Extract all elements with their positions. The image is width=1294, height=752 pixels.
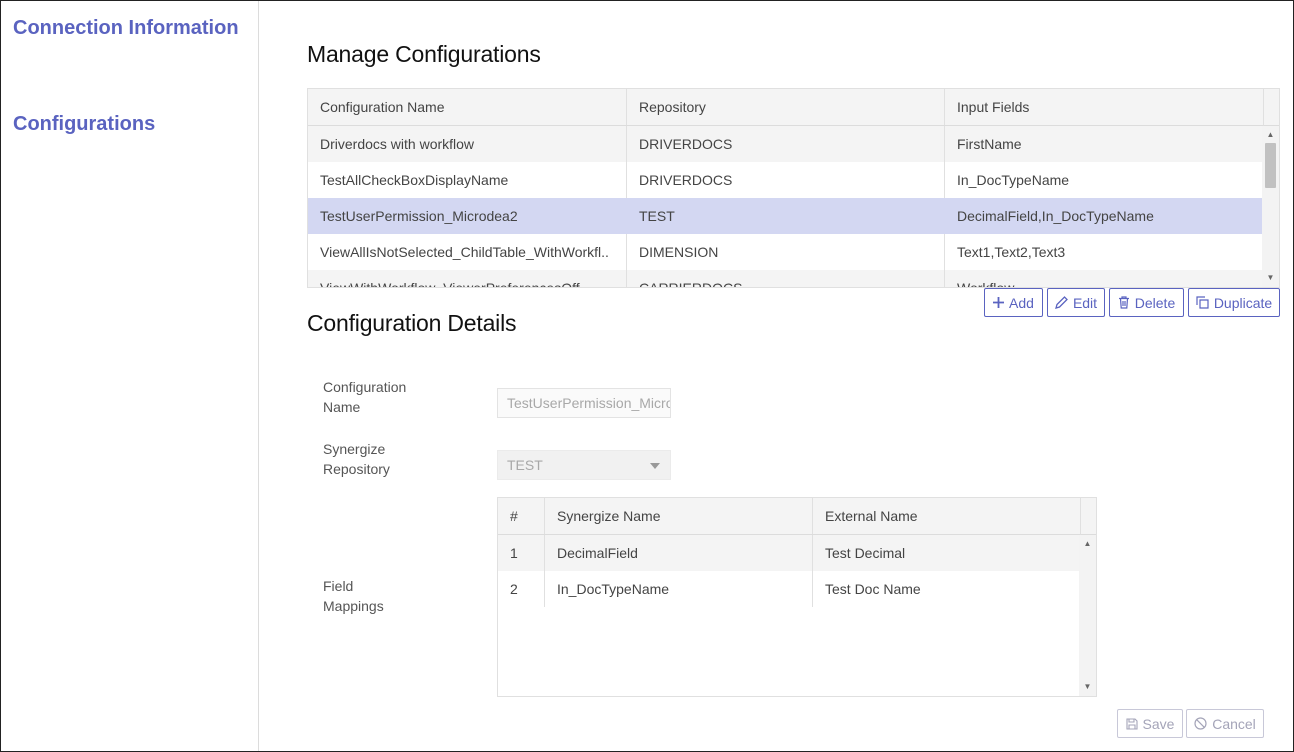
cell-configuration-name: ViewWithWorkflow_ViewerPreferencesOff	[320, 280, 580, 288]
cell-repository: DRIVERDOCS	[626, 126, 944, 162]
table-scrollbar[interactable]: ▲ ▼	[1262, 126, 1279, 287]
column-header-number[interactable]: #	[498, 498, 544, 534]
cell-number: 2	[510, 581, 518, 597]
configuration-details-title: Configuration Details	[307, 310, 517, 336]
delete-button[interactable]: Delete	[1109, 288, 1184, 317]
table-header: Configuration Name Repository Input Fiel…	[308, 89, 1263, 126]
edit-button[interactable]: Edit	[1047, 288, 1105, 317]
cell-input-fields: In_DocTypeName	[944, 162, 1263, 198]
mappings-scrollbar[interactable]: ▲ ▼	[1079, 535, 1096, 696]
cell-configuration-name: Driverdocs with workflow	[320, 136, 475, 152]
column-header-configuration-name[interactable]: Configuration Name	[308, 89, 626, 125]
synergize-repository-select[interactable]: TEST	[497, 450, 671, 480]
ban-icon	[1194, 717, 1207, 730]
cell-number: 1	[510, 545, 518, 561]
table-row[interactable]: 1 DecimalField Test Decimal	[498, 535, 1080, 571]
main-content: Manage Configurations Configuration Name…	[259, 1, 1293, 751]
label-line: Configuration	[323, 379, 407, 395]
duplicate-button[interactable]: Duplicate	[1188, 288, 1280, 317]
pencil-icon	[1054, 296, 1068, 309]
duplicate-button-label: Duplicate	[1213, 294, 1273, 311]
configuration-name-field[interactable]: TestUserPermission_Microdea2	[497, 388, 671, 418]
cell-repository: DRIVERDOCS	[626, 162, 944, 198]
column-header-synergize-name[interactable]: Synergize Name	[544, 498, 812, 534]
label-line: Repository	[323, 461, 390, 477]
save-button[interactable]: Save	[1117, 709, 1183, 738]
manage-configurations-title: Manage Configurations	[307, 41, 541, 67]
add-button[interactable]: Add	[984, 288, 1043, 317]
table-row[interactable]: ViewWithWorkflow_ViewerPreferencesOff CA…	[308, 270, 1263, 288]
cell-synergize-name: In_DocTypeName	[544, 571, 812, 607]
table-row[interactable]: ViewAllIsNotSelected_ChildTable_WithWork…	[308, 234, 1263, 270]
column-header-external-name[interactable]: External Name	[812, 498, 1080, 534]
trash-icon	[1118, 296, 1129, 309]
nav-connection-information[interactable]: Connection Information	[13, 17, 239, 40]
synergize-repository-label: Synergize Repository	[323, 439, 433, 479]
header-scroll-spacer	[1263, 89, 1279, 126]
cell-input-fields: Workflow	[944, 270, 1263, 287]
cell-input-fields: Text1,Text2,Text3	[944, 234, 1263, 270]
label-line: Synergize	[323, 441, 386, 457]
cell-configuration-name: ViewAllIsNotSelected_ChildTable_WithWork…	[320, 244, 608, 260]
cell-configuration-name: TestAllCheckBoxDisplayName	[320, 172, 509, 188]
edit-button-label: Edit	[1072, 294, 1098, 311]
configurations-table: Configuration Name Repository Input Fiel…	[307, 88, 1280, 288]
scroll-up-icon[interactable]: ▲	[1262, 128, 1279, 142]
cell-input-fields: FirstName	[944, 126, 1263, 162]
cell-external-name: Test Decimal	[812, 535, 1080, 571]
table-row[interactable]: 2 In_DocTypeName Test Doc Name	[498, 571, 1080, 607]
scroll-down-icon[interactable]: ▼	[1079, 680, 1096, 694]
label-line: Mappings	[323, 598, 384, 614]
field-mappings-table: # Synergize Name External Name 1 Decimal…	[497, 497, 1097, 697]
header-scroll-spacer	[1080, 498, 1096, 535]
cancel-button-label: Cancel	[1212, 715, 1256, 732]
plus-icon	[993, 297, 1005, 308]
save-button-label: Save	[1142, 715, 1175, 732]
repository-select-value: TEST	[507, 457, 543, 473]
configuration-name-label: Configuration Name	[323, 377, 433, 417]
table-row[interactable]: TestAllCheckBoxDisplayName DRIVERDOCS In…	[308, 162, 1263, 198]
cell-external-name: Test Doc Name	[812, 571, 1080, 607]
cancel-button[interactable]: Cancel	[1186, 709, 1264, 738]
floppy-disk-icon	[1125, 717, 1138, 730]
delete-button-label: Delete	[1134, 294, 1176, 311]
cell-configuration-name: TestUserPermission_Microdea2	[320, 208, 518, 224]
cell-synergize-name: DecimalField	[544, 535, 812, 571]
scrollbar-thumb[interactable]	[1265, 143, 1276, 188]
mappings-table-header: # Synergize Name External Name	[498, 498, 1080, 535]
column-header-repository[interactable]: Repository	[626, 89, 944, 125]
cell-input-fields: DecimalField,In_DocTypeName	[944, 198, 1263, 234]
field-mappings-label: Field Mappings	[323, 576, 433, 616]
table-row-selected[interactable]: TestUserPermission_Microdea2 TEST Decima…	[308, 198, 1263, 234]
table-row[interactable]: Driverdocs with workflow DRIVERDOCS Firs…	[308, 126, 1263, 162]
scroll-down-icon[interactable]: ▼	[1262, 271, 1279, 285]
nav-configurations[interactable]: Configurations	[13, 113, 155, 136]
add-button-label: Add	[1009, 294, 1034, 311]
label-line: Name	[323, 399, 361, 415]
cell-repository: DIMENSION	[626, 234, 944, 270]
chevron-down-icon	[650, 463, 660, 469]
cell-repository: TEST	[626, 198, 944, 234]
scroll-up-icon[interactable]: ▲	[1079, 537, 1096, 551]
label-line: Field	[323, 578, 354, 594]
copy-icon	[1196, 296, 1209, 309]
sidebar: Connection Information Configurations	[1, 1, 259, 751]
column-header-input-fields[interactable]: Input Fields	[944, 89, 1263, 125]
cell-repository: CARRIERDOCS	[626, 270, 944, 287]
